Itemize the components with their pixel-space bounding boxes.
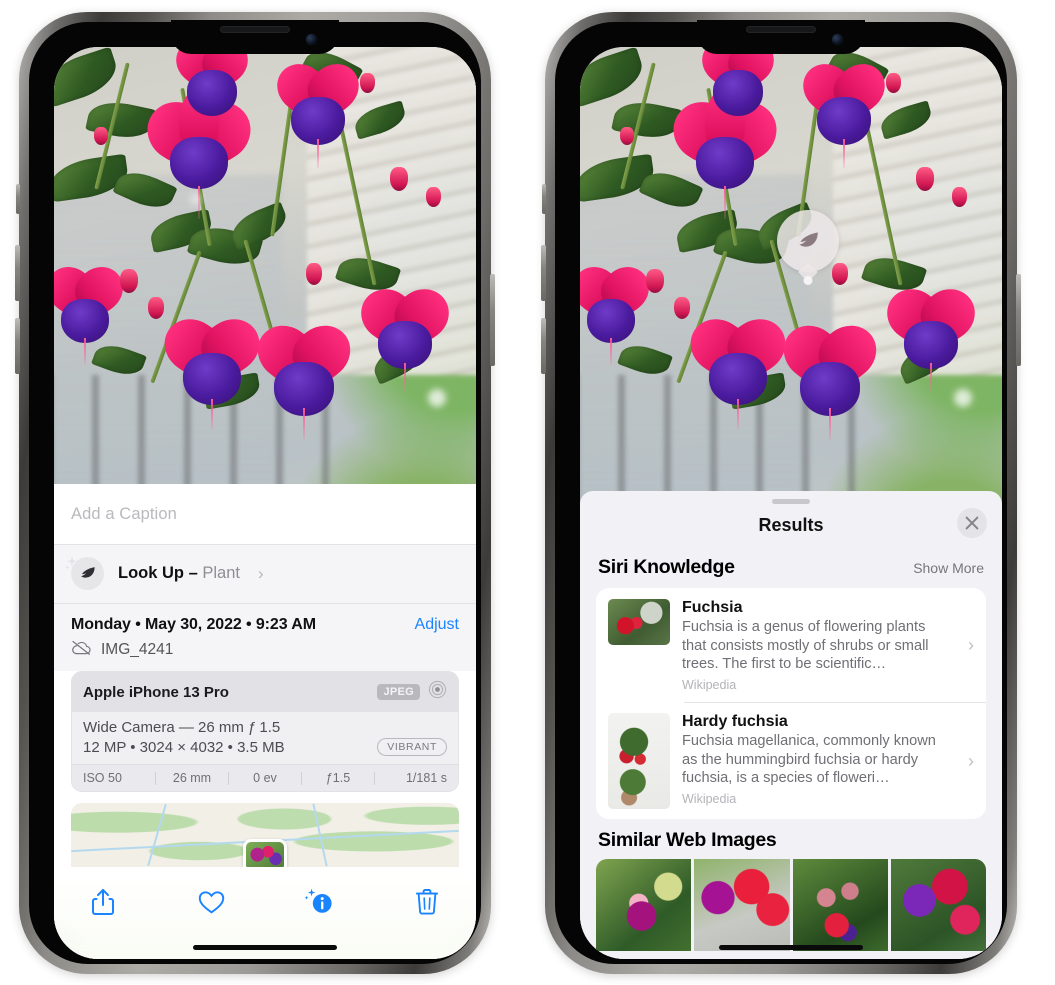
notch bbox=[697, 20, 865, 54]
exif-shutter: 1/181 s bbox=[405, 771, 447, 785]
exif-aperture: ƒ1.5 bbox=[325, 771, 351, 785]
trash-icon[interactable] bbox=[408, 883, 446, 921]
web-image-2[interactable] bbox=[694, 859, 790, 952]
result-thumbnail bbox=[608, 599, 670, 645]
result-source: Wikipedia bbox=[682, 792, 737, 807]
similar-web-images-header: Similar Web Images bbox=[580, 819, 1002, 859]
exif-iso: ISO 50 bbox=[83, 771, 122, 785]
chevron-right-icon: › bbox=[257, 563, 264, 583]
mute-switch[interactable] bbox=[542, 184, 546, 214]
look-up-row[interactable]: Look Up – Plant › bbox=[54, 544, 476, 603]
front-camera bbox=[832, 34, 843, 45]
photo-toolbar bbox=[54, 867, 476, 959]
cloud-slash-icon bbox=[71, 640, 92, 660]
list-item[interactable]: Fuchsia Fuchsia is a genus of flowering … bbox=[596, 588, 986, 702]
color-profile-badge: VIBRANT bbox=[377, 738, 447, 756]
web-image-1[interactable] bbox=[596, 859, 692, 952]
right-phone-bezel: Results Siri Knowledge Show More Fuchsia… bbox=[555, 20, 1007, 964]
right-phone-device: Results Siri Knowledge Show More Fuchsia… bbox=[541, 12, 1021, 974]
result-description: Fuchsia magellanica, commonly known as t… bbox=[682, 733, 936, 787]
exif-focal-length: 26 mm bbox=[172, 771, 212, 785]
earpiece-speaker bbox=[746, 26, 816, 33]
left-phone-bezel: Add a Caption Look Up – Plant › Monday •… bbox=[29, 20, 481, 964]
exif-row: ISO 50 26 mm 0 ev ƒ1.5 1/181 s bbox=[72, 764, 458, 791]
heart-icon[interactable] bbox=[192, 883, 230, 921]
result-thumbnail bbox=[608, 713, 670, 810]
mute-switch[interactable] bbox=[16, 184, 20, 214]
similar-web-images-title: Similar Web Images bbox=[598, 829, 777, 852]
close-icon[interactable] bbox=[957, 508, 987, 538]
volume-down-button[interactable] bbox=[15, 318, 20, 374]
siri-knowledge-title: Siri Knowledge bbox=[598, 556, 735, 578]
notch bbox=[171, 20, 339, 54]
siri-knowledge-card: Fuchsia Fuchsia is a genus of flowering … bbox=[596, 588, 986, 820]
left-phone-screen: Add a Caption Look Up – Plant › Monday •… bbox=[54, 47, 476, 959]
camera-specs-line: 12 MP • 3024 × 4032 • 3.5 MB bbox=[83, 738, 285, 756]
chevron-right-icon: › bbox=[968, 750, 974, 771]
web-image-4[interactable] bbox=[890, 859, 986, 952]
right-phone-screen: Results Siri Knowledge Show More Fuchsia… bbox=[580, 47, 1002, 959]
info-sparkle-icon[interactable] bbox=[300, 883, 338, 921]
adjust-button[interactable]: Adjust bbox=[415, 616, 459, 634]
results-sheet: Results Siri Knowledge Show More Fuchsia… bbox=[580, 491, 1002, 959]
volume-down-button[interactable] bbox=[541, 318, 546, 374]
web-image-3[interactable] bbox=[792, 859, 888, 952]
chevron-right-icon: › bbox=[968, 635, 974, 655]
volume-up-button[interactable] bbox=[15, 245, 20, 301]
camera-info-card[interactable]: Apple iPhone 13 Pro JPEG Wide Camera — 2… bbox=[71, 671, 459, 792]
result-title: Hardy fuchsia bbox=[682, 713, 788, 731]
left-phone-device: Add a Caption Look Up – Plant › Monday •… bbox=[15, 12, 495, 974]
home-indicator[interactable] bbox=[193, 945, 337, 950]
result-description: Fuchsia is a genus of flowering plants t… bbox=[682, 619, 929, 673]
aperture-icon bbox=[428, 680, 447, 704]
siri-knowledge-header: Siri Knowledge Show More bbox=[580, 546, 1002, 588]
result-title: Fuchsia bbox=[682, 599, 743, 616]
sparkles-icon bbox=[65, 556, 83, 579]
look-up-label-bold: Look Up – bbox=[118, 564, 203, 582]
photo-filename-row: IMG_4241 bbox=[54, 638, 476, 671]
exif-exposure: 0 ev bbox=[253, 771, 277, 785]
camera-card-body: Wide Camera — 26 mm ƒ 1.5 12 MP • 3024 ×… bbox=[72, 712, 458, 764]
show-more-button[interactable]: Show More bbox=[913, 560, 984, 576]
photo-location-pin[interactable] bbox=[243, 839, 287, 867]
camera-lens-line: Wide Camera — 26 mm ƒ 1.5 bbox=[83, 719, 281, 736]
camera-card-header: Apple iPhone 13 Pro JPEG bbox=[72, 672, 458, 712]
camera-device-name: Apple iPhone 13 Pro bbox=[83, 683, 229, 701]
sheet-header: Results bbox=[580, 504, 1002, 546]
share-icon[interactable] bbox=[84, 883, 122, 921]
photo-date-row: Monday • May 30, 2022 • 9:23 AM Adjust bbox=[54, 603, 476, 638]
look-up-label-sub: Plant bbox=[202, 564, 240, 582]
sheet-title: Results bbox=[758, 514, 824, 535]
list-item[interactable]: Hardy fuchsia Fuchsia magellanica, commo… bbox=[596, 702, 986, 819]
caption-placeholder: Add a Caption bbox=[71, 504, 177, 523]
look-up-label: Look Up – Plant bbox=[118, 564, 240, 583]
format-badge: JPEG bbox=[377, 684, 420, 700]
photo-date: Monday • May 30, 2022 • 9:23 AM bbox=[71, 616, 316, 633]
power-button[interactable] bbox=[490, 274, 495, 366]
photo-info-panel: Add a Caption Look Up – Plant › Monday •… bbox=[54, 484, 476, 959]
result-source: Wikipedia bbox=[682, 678, 737, 693]
visual-look-up-badge[interactable] bbox=[777, 210, 839, 272]
similar-web-images-grid bbox=[596, 859, 986, 952]
volume-up-button[interactable] bbox=[541, 245, 546, 301]
photo-filename: IMG_4241 bbox=[101, 641, 174, 658]
screenshot-root: Add a Caption Look Up – Plant › Monday •… bbox=[0, 0, 1055, 985]
caption-field[interactable]: Add a Caption bbox=[54, 484, 476, 544]
front-camera bbox=[306, 34, 317, 45]
photo-location-map[interactable] bbox=[71, 803, 459, 867]
earpiece-speaker bbox=[220, 26, 290, 33]
home-indicator[interactable] bbox=[719, 945, 863, 950]
power-button[interactable] bbox=[1016, 274, 1021, 366]
